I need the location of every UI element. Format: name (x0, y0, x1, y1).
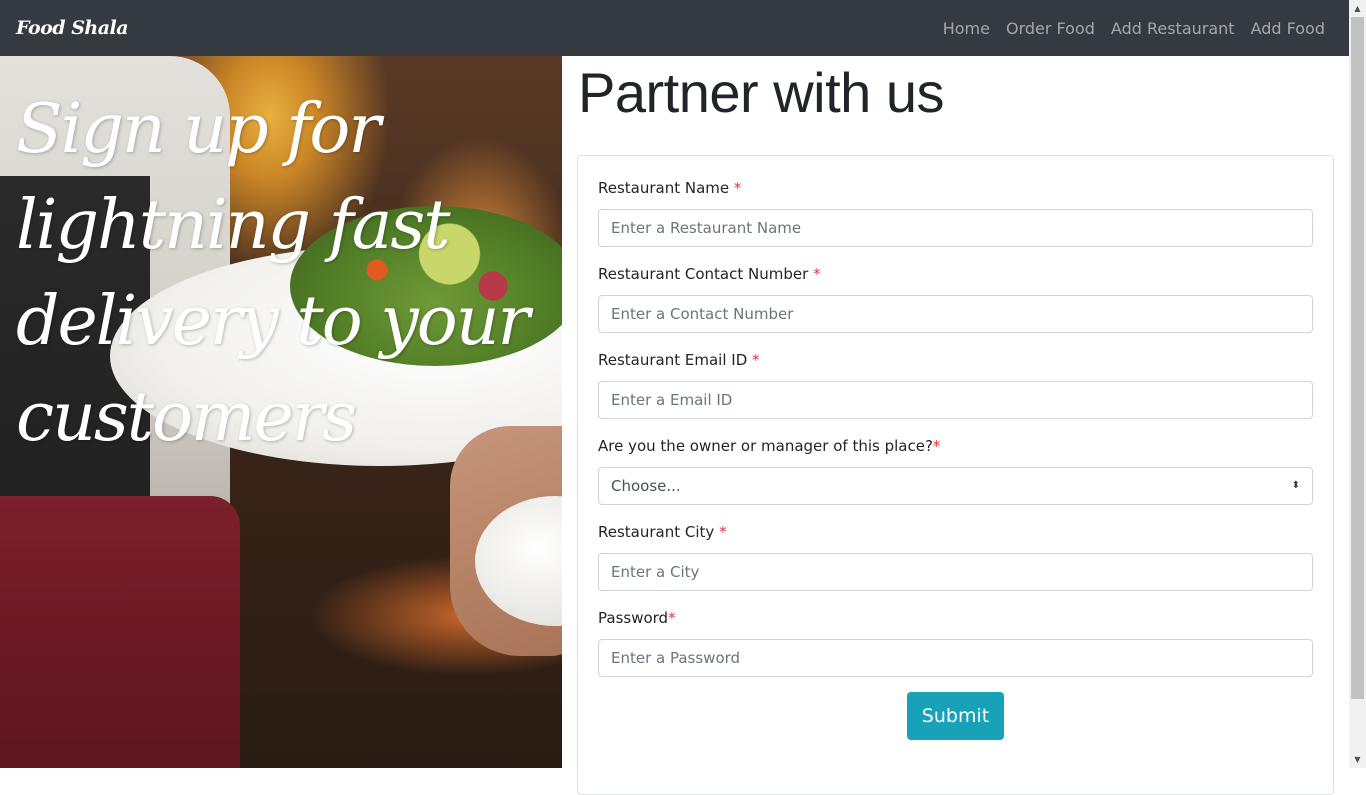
scroll-down-icon[interactable]: ▼ (1349, 751, 1366, 768)
vertical-scrollbar[interactable]: ▲ ▼ (1349, 0, 1366, 768)
hero-waiter-apron (0, 496, 240, 768)
owner-label: Are you the owner or manager of this pla… (598, 437, 941, 455)
nav-link-add-food[interactable]: Add Food (1251, 19, 1325, 38)
hero-image: Sign up for lightning fast delivery to y… (0, 56, 562, 768)
form-group-email: Restaurant Email ID * (598, 348, 1313, 434)
email-input[interactable] (598, 381, 1313, 419)
password-input[interactable] (598, 639, 1313, 677)
scrollbar-thumb[interactable] (1351, 17, 1364, 699)
owner-select-value: Choose... (611, 477, 681, 495)
form-group-city: Restaurant City * (598, 520, 1313, 606)
nav-link-order-food[interactable]: Order Food (1006, 19, 1095, 38)
required-mark: * (813, 265, 821, 283)
email-label: Restaurant Email ID * (598, 351, 760, 369)
submit-row: Submit (598, 692, 1313, 740)
required-mark: * (733, 179, 742, 197)
select-arrows-icon: ⬍ (1291, 480, 1300, 491)
form-group-owner: Are you the owner or manager of this pla… (598, 434, 1313, 520)
contact-number-input[interactable] (598, 295, 1313, 333)
page-title: Partner with us (578, 61, 945, 124)
nav-link-add-restaurant[interactable]: Add Restaurant (1111, 19, 1235, 38)
owner-select[interactable]: Choose... ⬍ (598, 467, 1313, 505)
form-group-restaurant-name: Restaurant Name * (598, 176, 1313, 262)
contact-number-label: Restaurant Contact Number * (598, 265, 821, 283)
brand-logo[interactable]: Food Shala (16, 17, 129, 39)
city-input[interactable] (598, 553, 1313, 591)
navbar: Food Shala Home Order Food Add Restauran… (0, 0, 1349, 56)
nav-links: Home Order Food Add Restaurant Add Food (943, 19, 1333, 38)
restaurant-name-label: Restaurant Name * (598, 179, 742, 197)
nav-link-home[interactable]: Home (943, 19, 990, 38)
required-mark: * (668, 609, 676, 627)
submit-button[interactable]: Submit (907, 692, 1004, 740)
restaurant-name-input[interactable] (598, 209, 1313, 247)
required-mark: * (752, 351, 760, 369)
required-mark: * (719, 523, 727, 541)
main-content: Partner with us Restaurant Name * Restau… (562, 56, 1349, 795)
scroll-up-icon[interactable]: ▲ (1349, 0, 1366, 17)
password-label: Password* (598, 609, 676, 627)
city-label: Restaurant City * (598, 523, 727, 541)
form-group-password: Password* (598, 606, 1313, 692)
required-mark: * (932, 437, 941, 455)
hero-title: Sign up for lightning fast delivery to y… (16, 90, 530, 457)
form-group-contact-number: Restaurant Contact Number * (598, 262, 1313, 348)
partner-form: Restaurant Name * Restaurant Contact Num… (577, 155, 1334, 795)
